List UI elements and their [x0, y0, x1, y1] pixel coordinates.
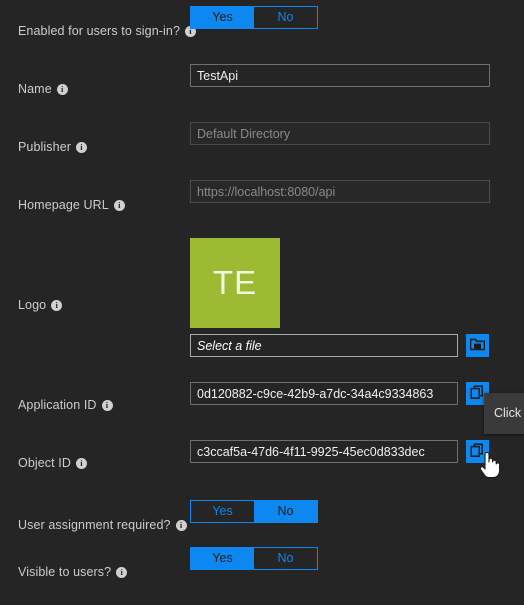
- label-application-id: Application ID i: [18, 398, 113, 412]
- toggle-option-no[interactable]: No: [254, 7, 317, 28]
- label-user-assignment-required: User assignment required? i: [18, 518, 187, 532]
- label-text: Publisher: [18, 140, 72, 154]
- copy-icon: [470, 384, 485, 403]
- object-id-input[interactable]: [190, 440, 458, 463]
- toggle-option-no[interactable]: No: [254, 501, 317, 522]
- info-icon[interactable]: i: [113, 200, 125, 211]
- toggle-option-yes[interactable]: Yes: [191, 501, 254, 522]
- copy-icon: [470, 442, 485, 461]
- label-logo: Logo i: [18, 298, 63, 312]
- label-object-id: Object ID i: [18, 456, 87, 470]
- label-text: Application ID: [18, 398, 97, 412]
- label-homepage-url: Homepage URL i: [18, 198, 125, 212]
- toggle-option-yes[interactable]: Yes: [191, 7, 254, 28]
- toggle-visible-to-users[interactable]: Yes No: [190, 547, 318, 570]
- label-publisher: Publisher i: [18, 140, 88, 154]
- toggle-option-no[interactable]: No: [254, 548, 317, 569]
- info-icon[interactable]: i: [51, 300, 63, 311]
- label-visible-to-users: Visible to users? i: [18, 565, 128, 579]
- info-icon[interactable]: i: [56, 84, 68, 95]
- name-input[interactable]: [190, 64, 490, 87]
- label-enabled-signin: Enabled for users to sign-in? i: [18, 24, 197, 38]
- label-text: User assignment required?: [18, 518, 171, 532]
- label-text: Visible to users?: [18, 565, 112, 579]
- folder-icon: [469, 338, 486, 354]
- label-text: Logo: [18, 298, 47, 312]
- info-icon[interactable]: i: [175, 520, 187, 531]
- copy-tooltip: Click t: [484, 393, 524, 434]
- application-properties-form: Enabled for users to sign-in? i Yes No Na…: [0, 0, 524, 605]
- label-text: Homepage URL: [18, 198, 109, 212]
- label-name: Name i: [18, 82, 68, 96]
- homepage-url-input: [190, 180, 490, 203]
- logo-preview-tile: TE: [190, 238, 280, 328]
- info-icon[interactable]: i: [101, 400, 113, 411]
- toggle-enabled-signin[interactable]: Yes No: [190, 6, 318, 29]
- logo-file-input[interactable]: [190, 334, 458, 357]
- info-icon[interactable]: i: [76, 142, 88, 153]
- publisher-input: [190, 122, 490, 145]
- logo-browse-button[interactable]: [466, 334, 489, 357]
- info-icon[interactable]: i: [76, 458, 87, 469]
- label-text: Enabled for users to sign-in?: [18, 24, 181, 38]
- label-text: Name: [18, 82, 52, 96]
- object-id-copy-button[interactable]: [466, 440, 489, 463]
- toggle-option-yes[interactable]: Yes: [191, 548, 254, 569]
- application-id-input[interactable]: [190, 382, 458, 405]
- info-icon[interactable]: i: [116, 567, 128, 578]
- label-text: Object ID: [18, 456, 71, 470]
- toggle-user-assignment-required[interactable]: Yes No: [190, 500, 318, 523]
